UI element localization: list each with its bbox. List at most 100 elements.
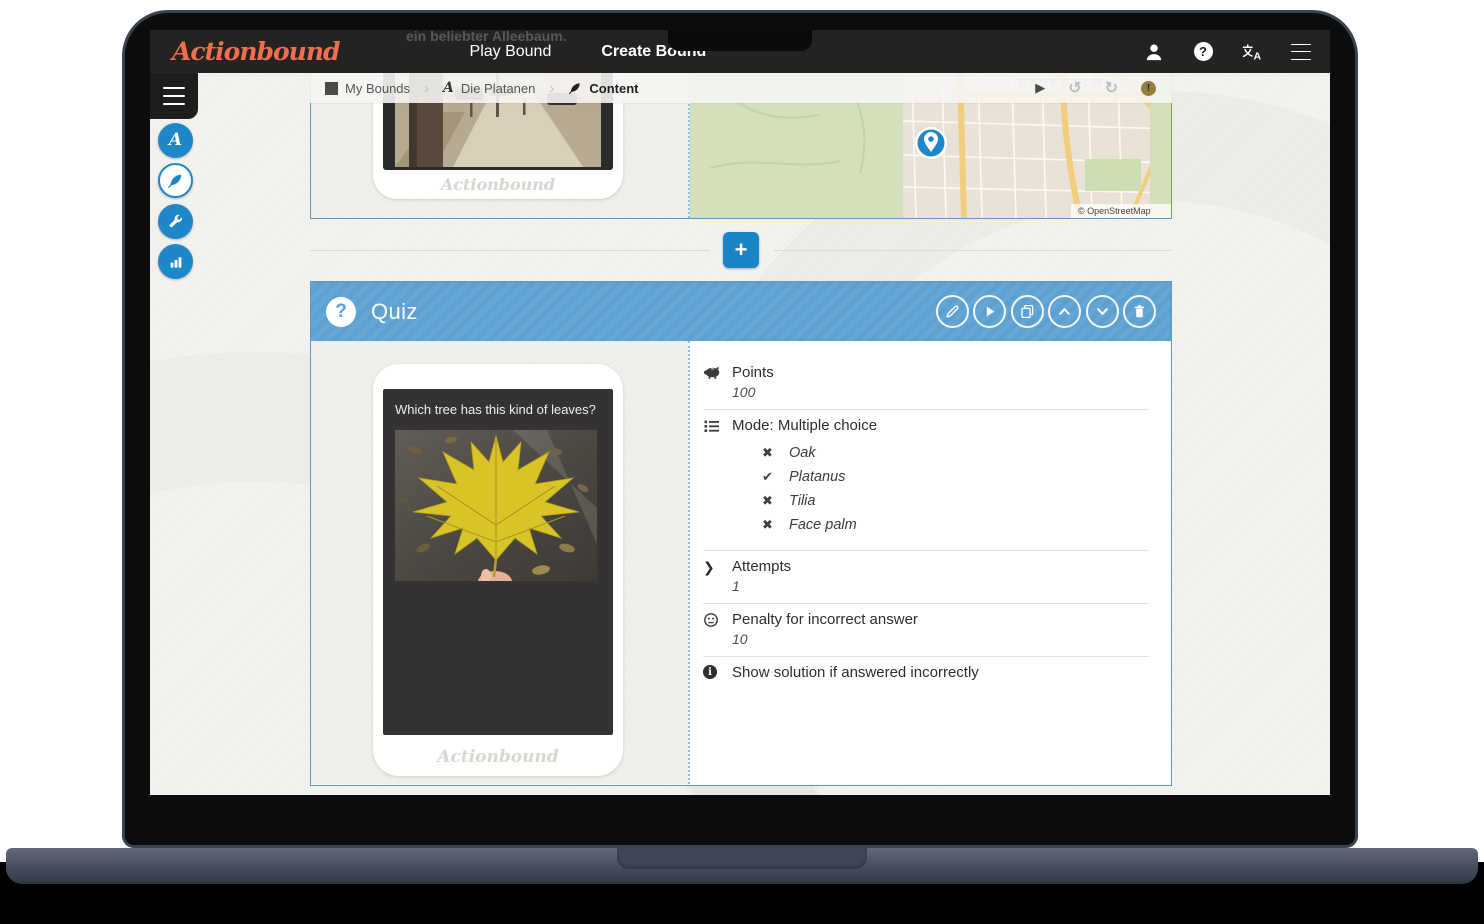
- grid-icon: [325, 82, 338, 95]
- quiz-card-body: Which tree has this kind of leaves?: [311, 341, 1171, 784]
- phone-screen: Which tree has this kind of leaves?: [383, 389, 613, 735]
- redo-icon[interactable]: ↻: [1105, 78, 1118, 98]
- penalty-value: 10: [732, 631, 918, 647]
- breadcrumb-separator: ›: [424, 80, 429, 97]
- option-text: Tilia: [789, 493, 815, 509]
- play-icon: [981, 303, 998, 320]
- breadcrumb-label: Die Platanen: [461, 81, 535, 96]
- phone-preview: Which tree has this kind of leaves?: [373, 364, 623, 776]
- edit-button[interactable]: [936, 295, 969, 328]
- move-down-button[interactable]: [1086, 295, 1119, 328]
- bound-icon: A: [443, 81, 454, 95]
- scrolled-content-ghost-text: ein beliebter Alleebaum.: [406, 30, 567, 44]
- sad-face-icon: [703, 611, 732, 647]
- trash-icon: [1131, 303, 1148, 320]
- chevron-down-icon: [1094, 303, 1111, 320]
- sidebar-item-settings[interactable]: [158, 204, 193, 239]
- user-icon[interactable]: [1143, 41, 1165, 63]
- sidebar-item-content[interactable]: [158, 163, 193, 198]
- nav-play-bound[interactable]: Play Bound: [470, 43, 552, 61]
- penalty-row: Penalty for incorrect answer 10: [703, 604, 1149, 657]
- help-icon[interactable]: ?: [1192, 41, 1214, 63]
- list-icon: [703, 417, 732, 541]
- delete-button[interactable]: [1123, 295, 1156, 328]
- pencil-icon: [944, 303, 961, 320]
- answer-options: ✖ Oak ✔ Platanus ✖ Tilia: [762, 445, 1149, 533]
- breadcrumb-die-platanen[interactable]: A Die Platanen: [443, 81, 535, 96]
- add-element-button[interactable]: +: [723, 232, 759, 268]
- quiz-phone-preview-area: Which tree has this kind of leaves?: [311, 341, 688, 784]
- piggy-bank-icon: [703, 364, 732, 400]
- info-icon: i: [703, 664, 732, 681]
- option-text: Platanus: [789, 469, 845, 485]
- solution-row: i Show solution if answered incorrectly: [703, 657, 1149, 690]
- option-text: Oak: [789, 445, 816, 461]
- preview-button[interactable]: [973, 295, 1006, 328]
- chevron-up-icon: [1056, 303, 1073, 320]
- sidebar-item-bound[interactable]: A: [158, 123, 193, 158]
- menu-icon[interactable]: [1290, 41, 1312, 63]
- actionbound-watermark: Actionbound: [383, 747, 613, 767]
- duplicate-button[interactable]: [1011, 295, 1044, 328]
- quiz-title: Quiz: [371, 299, 418, 325]
- laptop-screen-bezel: ein beliebter Alleebaum. Actionbound Pla…: [122, 10, 1358, 848]
- option-text: Face palm: [789, 517, 857, 533]
- penalty-label: Penalty for incorrect answer: [732, 611, 918, 628]
- answer-option: ✔ Platanus: [762, 469, 1149, 485]
- divider-line: [310, 250, 710, 251]
- camera-notch: [668, 30, 812, 51]
- attempts-value: 1: [732, 578, 791, 594]
- warning-icon[interactable]: !: [1141, 81, 1156, 96]
- bound-icon: A: [169, 132, 182, 149]
- sidebar-item-statistics[interactable]: [158, 244, 193, 279]
- laptop-base: [6, 848, 1478, 884]
- breadcrumb-my-bounds[interactable]: My Bounds: [325, 81, 410, 96]
- actionbound-logo[interactable]: Actionbound: [172, 37, 340, 66]
- laptop-mockup: ein beliebter Alleebaum. Actionbound Pla…: [0, 0, 1484, 924]
- quiz-element-card: ? Quiz: [310, 281, 1172, 786]
- attempts-label: Attempts: [732, 558, 791, 575]
- wrench-icon: [168, 214, 184, 230]
- navbar-actions: ? A: [1143, 41, 1330, 63]
- answer-option: ✖ Tilia: [762, 493, 1149, 509]
- undo-icon[interactable]: ↺: [1068, 78, 1081, 98]
- leaf-photo: [395, 430, 597, 581]
- divider-line: [774, 250, 1172, 251]
- quiz-details-panel: Points 100: [688, 341, 1171, 784]
- quiz-question-text: Which tree has this kind of leaves?: [395, 402, 601, 417]
- points-value: 100: [732, 384, 774, 400]
- breadcrumb-content[interactable]: Content: [568, 81, 638, 96]
- answer-option: ✖ Oak: [762, 445, 1149, 461]
- quiz-actions: [936, 295, 1157, 328]
- feather-icon: [568, 81, 582, 95]
- attempts-row: ❯ Attempts 1: [703, 551, 1149, 604]
- mode-label: Mode: Multiple choice: [732, 417, 1149, 434]
- location-marker-icon: [915, 127, 947, 159]
- svg-text:A: A: [1254, 50, 1262, 61]
- wrong-mark-icon: ✖: [762, 445, 776, 461]
- translate-icon[interactable]: A: [1241, 41, 1263, 63]
- points-row: Points 100: [703, 357, 1149, 410]
- feather-icon: [167, 172, 184, 189]
- answer-option: ✖ Face palm: [762, 517, 1149, 533]
- move-up-button[interactable]: [1048, 295, 1081, 328]
- wrong-mark-icon: ✖: [762, 517, 776, 533]
- laptop-base-notch: [617, 848, 867, 869]
- solution-label: Show solution if answered incorrectly: [732, 664, 979, 681]
- toolbar-actions: ▶ ↺ ↻ !: [1035, 78, 1172, 98]
- copy-icon: [1019, 303, 1036, 320]
- wrong-mark-icon: ✖: [762, 493, 776, 509]
- quiz-card-header: ? Quiz: [311, 282, 1171, 341]
- sidebar-toggle-button[interactable]: [150, 73, 198, 119]
- quiz-type-icon: ?: [326, 297, 356, 327]
- points-label: Points: [732, 364, 774, 381]
- breadcrumb-separator: ›: [549, 80, 554, 97]
- correct-mark-icon: ✔: [762, 469, 776, 485]
- breadcrumb-label: My Bounds: [345, 81, 410, 96]
- breadcrumb-label: Content: [589, 81, 638, 96]
- chevron-right-icon: ❯: [703, 558, 732, 594]
- breadcrumb-toolbar: My Bounds › A Die Platanen › Content ▶: [310, 73, 1172, 103]
- preview-play-icon[interactable]: ▶: [1035, 80, 1045, 96]
- actionbound-watermark: Actionbound: [383, 175, 613, 194]
- app-screen: ein beliebter Alleebaum. Actionbound Pla…: [150, 30, 1330, 795]
